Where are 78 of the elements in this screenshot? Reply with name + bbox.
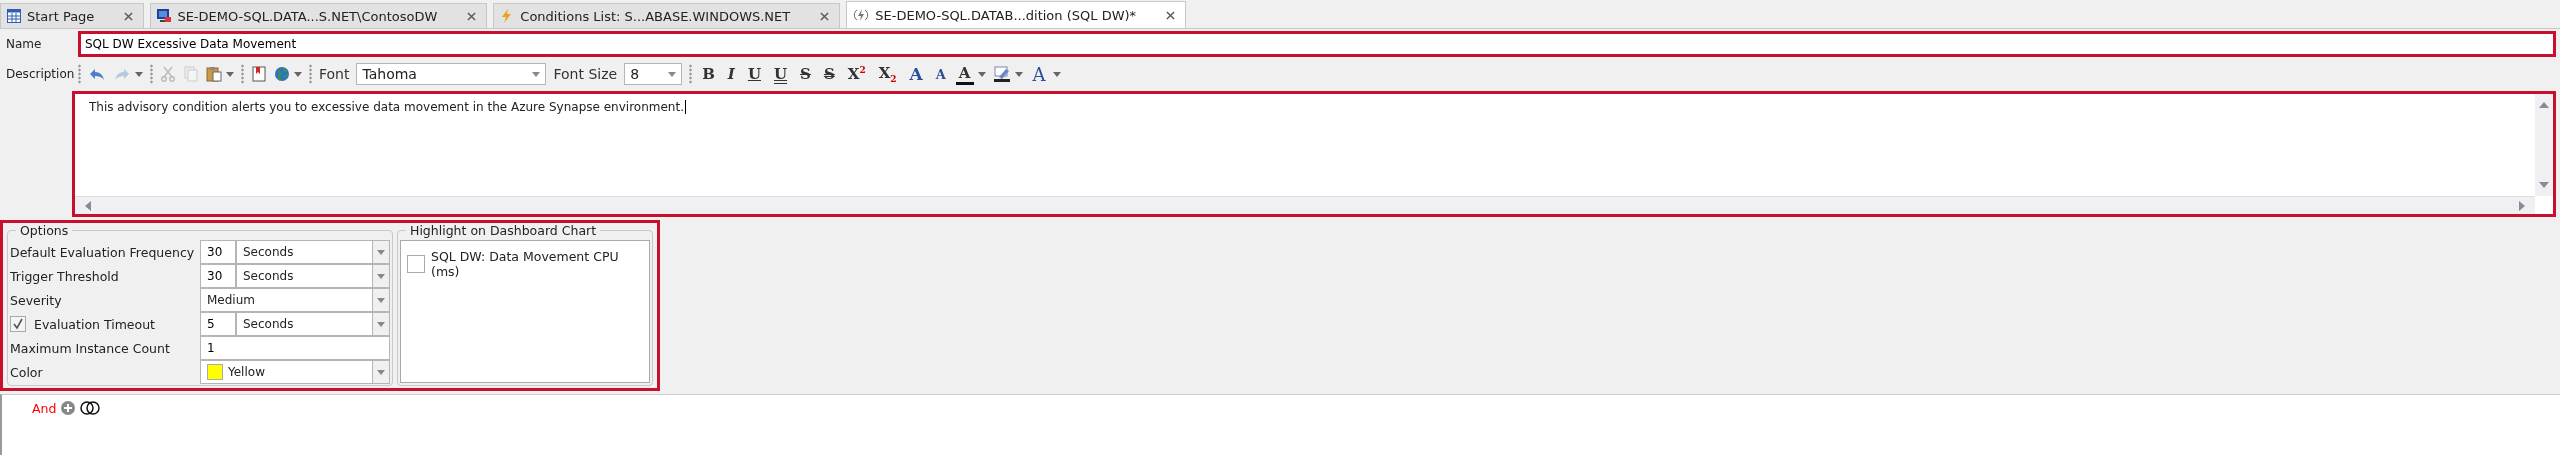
close-icon[interactable]	[1166, 10, 1176, 20]
format-button[interactable]: U	[770, 62, 791, 86]
caret-icon[interactable]	[1014, 71, 1023, 77]
caret-icon	[377, 297, 385, 303]
severity-dropdown[interactable]: Medium	[200, 288, 390, 312]
caret-icon[interactable]	[1052, 71, 1061, 77]
unit-dropdown[interactable]: Seconds	[236, 312, 390, 336]
scroll-up-icon[interactable]	[2539, 102, 2549, 108]
scroll-left-icon[interactable]	[85, 200, 91, 211]
format-button[interactable]: A	[1029, 62, 1049, 86]
grid-icon	[7, 9, 21, 23]
horizontal-scrollbar[interactable]	[75, 196, 2535, 214]
option-label: Evaluation Timeout	[34, 316, 155, 332]
format-button[interactable]: B	[699, 62, 718, 86]
color-dropdown[interactable]: Yellow	[200, 360, 390, 384]
format-button[interactable]: X$_{2}$	[875, 62, 900, 86]
document-tab[interactable]: Start Page	[0, 3, 145, 28]
option-label: Color	[10, 364, 43, 380]
caret-icon	[377, 321, 385, 327]
format-button[interactable]: I	[724, 62, 738, 86]
field-label: Name	[5, 37, 43, 51]
document-tab[interactable]: SE-DEMO-SQL.DATAB...dition (SQL DW)*	[846, 1, 1187, 28]
operator-link[interactable]: And	[32, 401, 57, 416]
format-button[interactable]: A	[932, 62, 949, 86]
description-editor[interactable]: This advisory condition alerts you to excessive data movement in the Azure Synapse environment.	[72, 91, 2556, 217]
format-button[interactable]: A	[906, 62, 926, 86]
close-icon[interactable]	[467, 11, 477, 21]
name-field[interactable]: SQL DW Excessive Data Movement	[78, 31, 2556, 57]
caret-icon[interactable]	[294, 71, 302, 77]
option-label: Default Evaluation Frequency	[10, 244, 195, 260]
monitor-icon	[157, 9, 172, 23]
caret-icon	[532, 71, 541, 77]
number-field[interactable]: 30	[200, 240, 236, 264]
option-label: Trigger Threshold	[10, 268, 119, 284]
font-label: Font	[319, 66, 350, 82]
option-label: Severity	[10, 292, 62, 308]
font-dropdown[interactable]: Tahoma	[356, 63, 547, 85]
add-icon[interactable]	[61, 401, 76, 415]
font-size-dropdown[interactable]: 8	[624, 63, 683, 85]
caret-icon	[377, 249, 385, 255]
group-title: Highlight on Dashboard Chart	[409, 223, 598, 238]
count-field[interactable]: 1	[200, 336, 390, 360]
format-button[interactable]: A	[955, 63, 974, 85]
document-tab[interactable]: Conditions List: S...ABASE.WINDOWS.NET	[493, 3, 841, 28]
format-button[interactable]: S	[820, 62, 838, 86]
format-button[interactable]: S	[797, 62, 814, 86]
font-size-label: Font Size	[553, 66, 618, 82]
scroll-down-icon[interactable]	[2539, 182, 2549, 188]
globe-icon[interactable]	[274, 66, 290, 82]
number-field[interactable]: 30	[200, 264, 236, 288]
close-icon[interactable]	[124, 11, 134, 21]
close-icon[interactable]	[820, 11, 830, 21]
field-label: Description	[5, 67, 76, 81]
unit-dropdown[interactable]: Seconds	[236, 240, 390, 264]
checkbox[interactable]	[407, 255, 425, 273]
bookmark-icon[interactable]	[251, 66, 267, 82]
vertical-scrollbar[interactable]	[2535, 94, 2553, 196]
description-text: This advisory condition alerts you to excessive data movement in the Azure Synapse environment.	[89, 100, 686, 114]
caret-icon[interactable]	[977, 71, 986, 77]
caret-icon	[668, 71, 677, 77]
group-title: Options	[19, 223, 70, 238]
format-button[interactable]: U	[744, 62, 764, 86]
document-tab[interactable]: SE-DEMO-SQL.DATA...S.NET\ContosoDW	[150, 3, 488, 28]
paste-icon[interactable]	[206, 66, 222, 82]
lightning-circle-icon	[853, 8, 870, 22]
overlapping-circles-icon[interactable]	[80, 401, 101, 415]
caret-icon	[377, 273, 385, 279]
scroll-right-icon[interactable]	[2519, 200, 2525, 211]
checkbox[interactable]	[10, 316, 26, 332]
highlighter-icon[interactable]	[992, 65, 1011, 83]
unit-dropdown[interactable]: Seconds	[236, 264, 390, 288]
series-label: SQL DW: Data Movement CPU (ms)	[431, 249, 620, 279]
caret-icon[interactable]	[226, 71, 234, 77]
format-button[interactable]: X$^{2}$	[844, 62, 869, 86]
option-label: Maximum Instance Count	[10, 340, 170, 356]
number-field[interactable]: 5	[200, 312, 236, 336]
caret-icon	[377, 369, 385, 375]
caret-icon[interactable]	[135, 71, 143, 77]
